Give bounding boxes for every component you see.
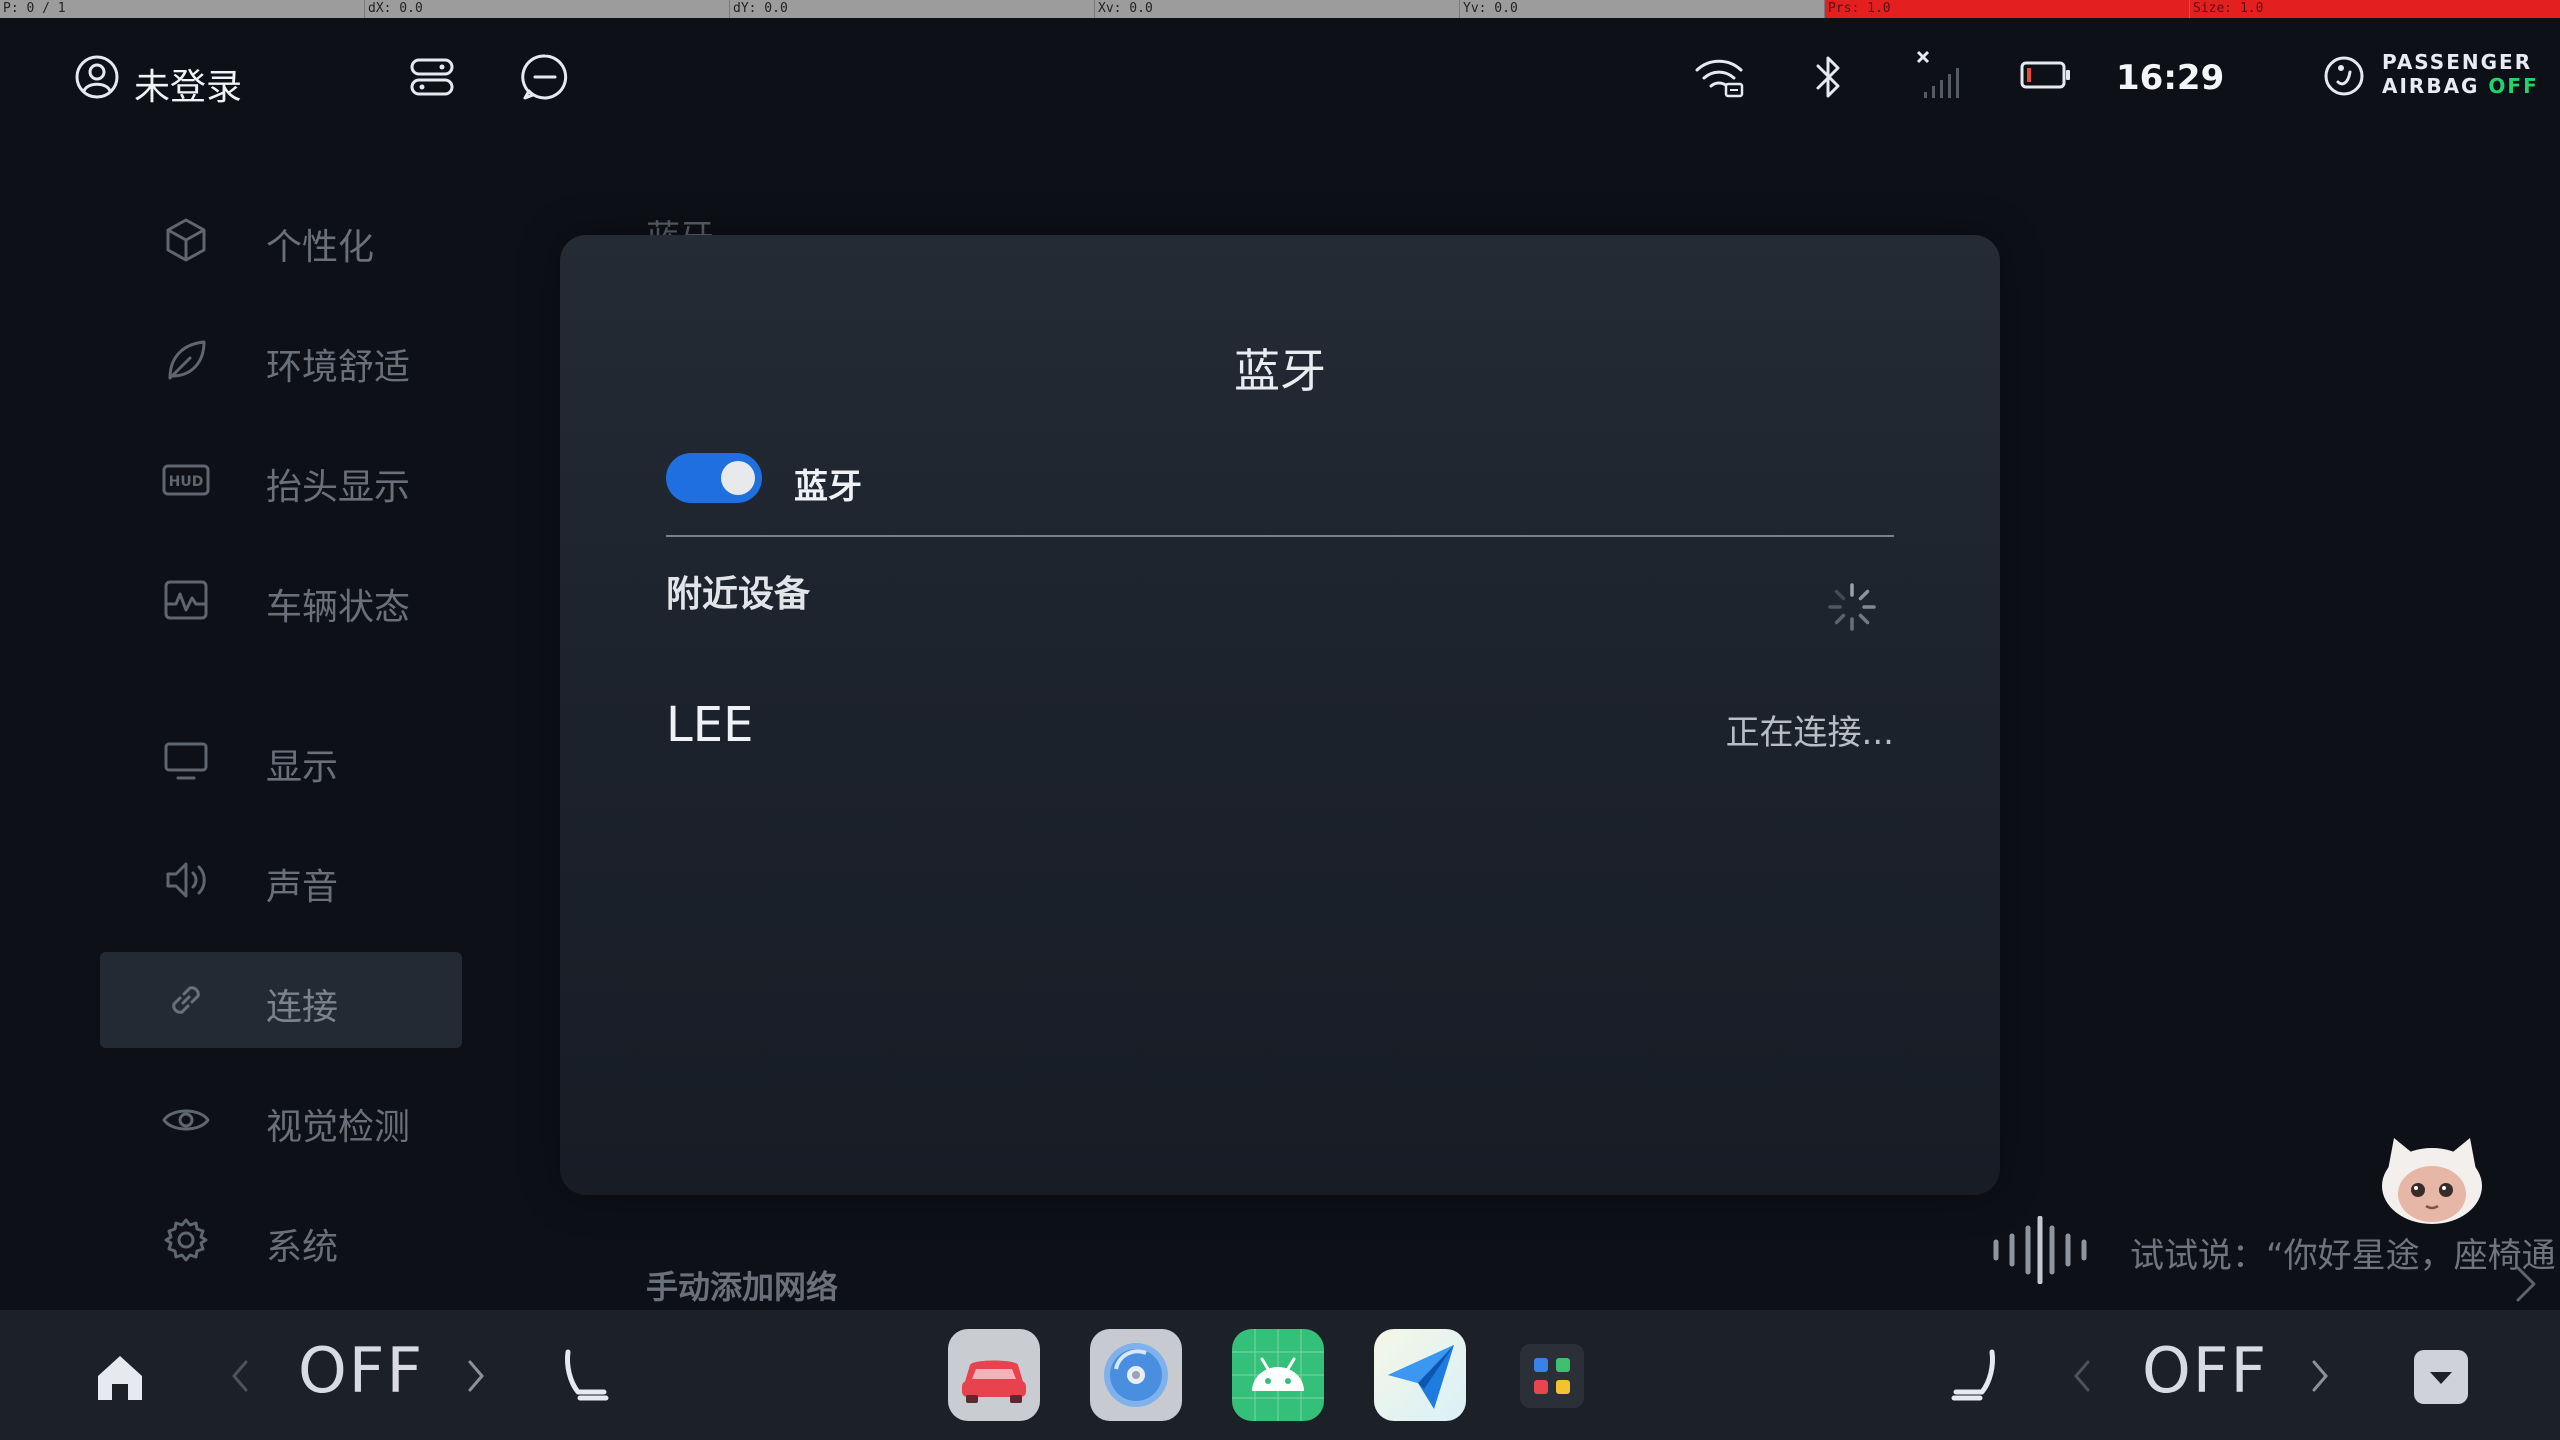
collapse-dock-button[interactable] — [2414, 1350, 2468, 1404]
sidebar-item-label: 声音 — [266, 867, 339, 908]
pointer-dx: dX: 0.0 — [365, 0, 730, 18]
pointer-xv: Xv: 0.0 — [1095, 0, 1460, 18]
cube-icon — [166, 218, 206, 262]
toggle-knob — [721, 461, 755, 495]
bluetooth-icon[interactable] — [1810, 52, 1846, 102]
passenger-seat-icon[interactable] — [1946, 1346, 2002, 1406]
bottom-dock: OFF OFF — [0, 1310, 2560, 1440]
speaker-icon — [166, 862, 206, 898]
airbag-label-line1: PASSENGER — [2382, 50, 2533, 74]
login-status-label[interactable]: 未登录 — [134, 58, 242, 110]
voice-assistant-mascot-icon[interactable] — [2372, 1130, 2492, 1230]
android-app-icon[interactable] — [1232, 1329, 1324, 1421]
car-app-icon[interactable] — [948, 1329, 1040, 1421]
no-signal-icon — [1916, 50, 1959, 98]
airbag-icon — [2324, 56, 2364, 96]
device-connection-status: 正在连接... — [1725, 713, 1894, 753]
sidebar-item-display[interactable]: 显示 — [100, 712, 462, 808]
control-center-icon[interactable] — [408, 54, 456, 100]
chevron-down-icon — [2430, 1372, 2452, 1384]
loading-spinner-icon — [1828, 583, 1876, 631]
vehicle-status-icon — [164, 580, 208, 620]
airbag-state: OFF — [2488, 74, 2539, 98]
clock: 16:29 — [2116, 58, 2225, 98]
chevron-left-icon[interactable] — [228, 1356, 252, 1396]
status-bar: 未登录 16:29 PASSENGER AIRBAG OFF — [0, 18, 2560, 130]
sidebar-item-hud[interactable]: HUD 抬头显示 — [100, 432, 462, 528]
chevron-left-icon[interactable] — [2070, 1356, 2094, 1396]
svg-text:HUD: HUD — [169, 474, 204, 490]
voice-hint-text: 试试说：“你好星途，座椅通 — [2130, 1236, 2556, 1276]
chevron-right-icon[interactable] — [464, 1356, 488, 1396]
sidebar-item-label: 环境舒适 — [266, 347, 411, 388]
right-seat-heat-value: OFF — [2142, 1334, 2269, 1407]
hud-icon: HUD — [162, 464, 210, 496]
battery-icon — [2020, 61, 2070, 89]
eye-icon — [162, 1109, 210, 1131]
sidebar-item-label: 个性化 — [266, 227, 375, 268]
app-grid-icon[interactable] — [1520, 1344, 1584, 1408]
sidebar-item-label: 系统 — [266, 1227, 339, 1268]
sidebar-item-visual-detection[interactable]: 视觉检测 — [100, 1072, 462, 1168]
link-icon — [172, 986, 200, 1014]
sidebar-item-climate[interactable]: 环境舒适 — [100, 312, 462, 408]
device-name: LEE — [666, 697, 754, 753]
sidebar-item-label: 视觉检测 — [266, 1107, 411, 1148]
pointer-location-bar: P: 0 / 1 dX: 0.0 dY: 0.0 Xv: 0.0 Yv: 0.0… — [0, 0, 2560, 18]
pointer-dy: dY: 0.0 — [730, 0, 1095, 18]
chevron-right-icon[interactable] — [2510, 1262, 2540, 1306]
driver-seat-icon[interactable] — [558, 1346, 614, 1406]
sidebar-item-label: 抬头显示 — [266, 467, 411, 508]
disc-icon — [1104, 1343, 1168, 1407]
dialog-title: 蓝牙 — [1234, 344, 1326, 398]
sidebar-item-connection[interactable]: 连接 — [100, 952, 462, 1048]
pointer-count: P: 0 / 1 — [0, 0, 365, 18]
left-seat-heat-value: OFF — [298, 1334, 425, 1407]
airbag-label-line2: AIRBAG OFF — [2382, 74, 2539, 98]
sidebar-item-label: 车辆状态 — [266, 587, 411, 628]
gear-icon — [164, 1218, 208, 1262]
paper-plane-icon — [1388, 1345, 1454, 1409]
nearby-devices-heading: 附近设备 — [666, 574, 811, 615]
device-list-item[interactable]: LEE 正在连接... — [666, 697, 1894, 777]
sidebar-item-label: 显示 — [266, 747, 339, 788]
leaf-icon — [168, 340, 206, 380]
voice-wave-icon[interactable] — [1990, 1216, 2090, 1284]
bluetooth-toggle-label: 蓝牙 — [794, 467, 862, 507]
app-drawer-icon — [1520, 1344, 1584, 1408]
user-icon[interactable] — [74, 54, 120, 100]
navigation-app-icon[interactable] — [1374, 1329, 1466, 1421]
sidebar-item-label: 连接 — [266, 987, 339, 1028]
message-icon[interactable] — [520, 52, 570, 102]
bluetooth-toggle[interactable] — [666, 453, 762, 503]
music-disc-app-icon[interactable] — [1090, 1329, 1182, 1421]
add-network-manually-link[interactable]: 手动添加网络 — [646, 1262, 838, 1308]
sidebar-item-system[interactable]: 系统 — [100, 1192, 462, 1288]
divider — [666, 535, 1894, 537]
sidebar-item-vehicle-status[interactable]: 车辆状态 — [100, 552, 462, 648]
sidebar-item-sound[interactable]: 声音 — [100, 832, 462, 928]
car-icon — [962, 1360, 1026, 1403]
sidebar-item-personalization[interactable]: 个性化 — [100, 192, 462, 288]
home-icon[interactable] — [92, 1350, 148, 1406]
bluetooth-dialog: 蓝牙 蓝牙 附近设备 LEE 正在连接... — [560, 235, 2000, 1195]
pointer-yv: Yv: 0.0 — [1460, 0, 1825, 18]
android-icon — [1232, 1329, 1324, 1421]
chevron-right-icon[interactable] — [2308, 1356, 2332, 1396]
wifi-icon[interactable] — [1694, 56, 1744, 98]
airbag-label-prefix: AIRBAG — [2382, 74, 2489, 98]
pointer-pressure: Prs: 1.0 — [1825, 0, 2190, 18]
monitor-icon — [164, 742, 208, 780]
pointer-size: Size: 1.0 — [2190, 0, 2560, 18]
